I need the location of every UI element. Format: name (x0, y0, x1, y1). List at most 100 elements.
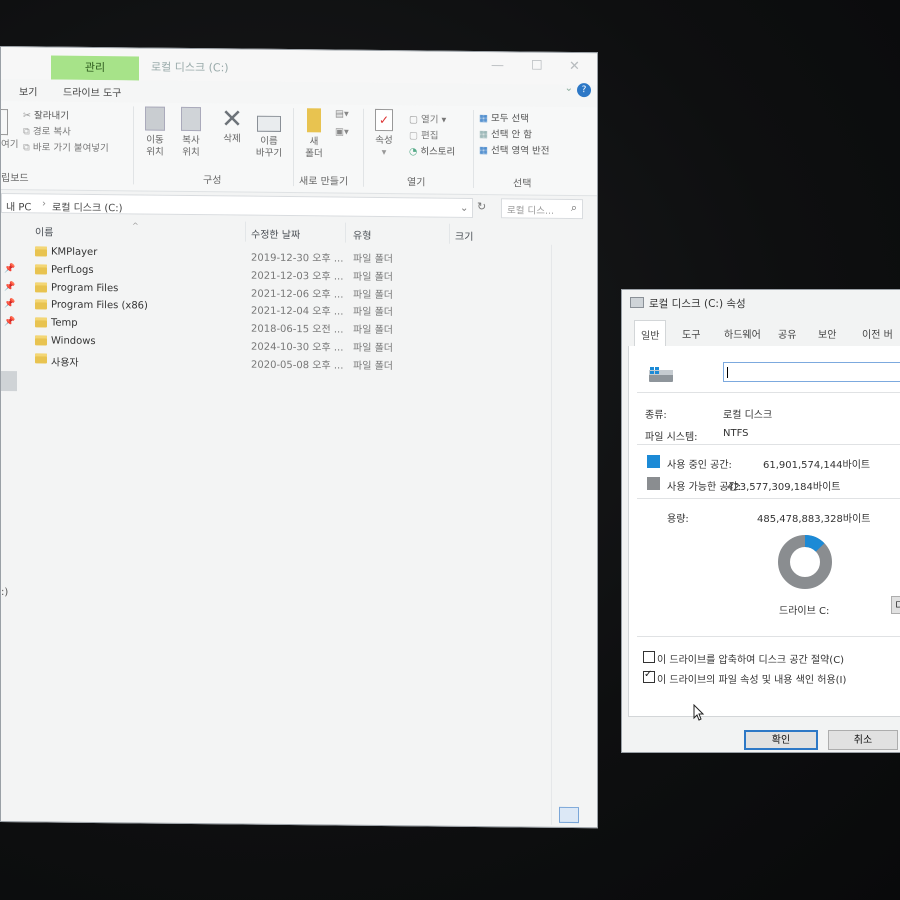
details-view-icon[interactable] (559, 806, 579, 824)
pin-icon[interactable]: 📌 (4, 317, 15, 327)
volume-label-input[interactable] (723, 362, 900, 382)
address-bar: 내 PC › 로컬 디스크 (C:) ⌄ ↻ 로컬 디스... ⌕ (1, 192, 597, 220)
breadcrumb-this-pc[interactable]: 내 PC (6, 198, 31, 213)
rename-button[interactable]: 이름 바꾸기 (253, 108, 285, 160)
filesystem-value: NTFS (723, 428, 749, 439)
column-header-type[interactable]: 유형 (353, 227, 371, 242)
tab-drive-tools[interactable]: 드라이브 도구 (63, 84, 121, 100)
file-name: Windows (51, 335, 96, 347)
index-drive-checkbox[interactable] (643, 669, 655, 683)
refresh-icon[interactable]: ↻ (477, 200, 486, 213)
copy-path-label: 경로 복사 (32, 126, 71, 138)
address-dropdown-icon[interactable]: ⌄ (460, 203, 468, 214)
close-icon[interactable]: ✕ (569, 59, 580, 74)
breadcrumb-local-disk[interactable]: 로컬 디스크 (C:) (52, 199, 123, 215)
type-label: 종류: (645, 410, 667, 421)
pin-icon[interactable]: 📌 (4, 264, 15, 274)
tab-view[interactable]: 보기 (19, 83, 37, 98)
file-name: Temp (51, 317, 78, 330)
maximize-icon[interactable]: ☐ (531, 59, 543, 74)
help-icon[interactable]: ? (577, 83, 591, 98)
search-placeholder: 로컬 디스... (507, 205, 555, 217)
free-space-value: 423,577,309,184바이트 (727, 482, 841, 493)
properties-tabs: 일반 도구 하드웨어 공유 보안 이전 버 (628, 320, 900, 347)
used-space-value: 61,901,574,144바이트 (763, 460, 871, 471)
new-item-icon[interactable]: ▤▾ (335, 109, 349, 120)
select-all-button[interactable]: ▦ 모두 선택 (479, 110, 529, 125)
history-button[interactable]: ◔ 히스토리 (409, 143, 455, 157)
open-label: 열기 (421, 114, 439, 126)
drive-icon (630, 297, 644, 308)
paste-shortcut-icon: ⧉ (23, 142, 30, 154)
invert-selection-label: 선택 영역 반전 (491, 145, 550, 157)
column-divider[interactable] (449, 223, 450, 244)
disk-cleanup-button[interactable]: 디 (891, 596, 900, 614)
open-button[interactable]: ▢ 열기 ▾ (409, 111, 446, 125)
properties-check-icon: ✓ (375, 108, 393, 132)
file-date: 2024-10-30 오후 ... (251, 341, 344, 354)
hard-drive-icon (649, 367, 673, 382)
select-none-icon: ▦ (479, 129, 488, 141)
tab-manage[interactable]: 관리 (51, 55, 139, 81)
breadcrumb-separator: › (42, 198, 46, 210)
free-space-swatch (647, 477, 660, 490)
column-header-size[interactable]: 크기 (455, 228, 473, 243)
select-none-label: 선택 안 함 (491, 129, 533, 141)
nav-pane-drive-label[interactable]: :) (1, 587, 8, 598)
column-header-modified[interactable]: 수정한 날짜 (251, 226, 300, 242)
edit-button[interactable]: ▢ 편집 (409, 127, 439, 141)
pin-icon[interactable]: 📌 (4, 299, 15, 309)
text-caret (727, 367, 728, 378)
copy-to-button[interactable]: 복사 위치 (177, 106, 205, 159)
paste-shortcut-button[interactable]: ⧉ 바로 가기 붙여넣기 (23, 139, 109, 154)
group-label-new: 새로 만들기 (299, 176, 349, 188)
properties-dialog: 로컬 디스크 (C:) 속성 일반 도구 하드웨어 공유 보안 이전 버 종류:… (621, 289, 900, 753)
cancel-button[interactable]: 취소 (828, 730, 898, 750)
paste-icon[interactable] (1, 109, 8, 136)
column-divider[interactable] (245, 221, 246, 242)
easy-access-icon[interactable]: ▣▾ (335, 127, 349, 138)
tab-hardware[interactable]: 하드웨어 (724, 326, 761, 341)
tab-security[interactable]: 보안 (818, 326, 836, 341)
dialog-title-text: 로컬 디스크 (C:) 속성 (649, 298, 746, 310)
ribbon-divider (473, 109, 474, 188)
file-type: 파일 폴더 (353, 253, 393, 266)
tab-previous-versions[interactable]: 이전 버 (862, 326, 893, 341)
copy-to-label-1: 복사 (182, 134, 200, 147)
column-header-name[interactable]: 이름 (35, 223, 53, 238)
edit-label: 편집 (421, 130, 439, 142)
type-value: 로컬 디스크 (723, 410, 773, 421)
history-label: 히스토리 (420, 146, 456, 158)
search-input[interactable]: 로컬 디스... ⌕ (501, 198, 583, 220)
cut-button[interactable]: ✂ 잘라내기 (23, 107, 69, 121)
invert-selection-button[interactable]: ▦ 선택 영역 반전 (479, 142, 550, 157)
edit-icon: ▢ (409, 130, 418, 142)
nav-pane-selected-item[interactable] (1, 371, 17, 392)
ok-button[interactable]: 확인 (744, 730, 818, 750)
new-folder-icon (307, 108, 321, 133)
compress-drive-label: 이 드라이브를 압축하여 디스크 공간 절약(C) (657, 655, 845, 666)
capacity-label: 용량: (667, 514, 689, 525)
pin-icon[interactable]: 📌 (4, 282, 15, 292)
column-divider[interactable] (345, 222, 346, 243)
minimize-icon[interactable]: — (491, 58, 504, 73)
file-type: 파일 폴더 (353, 360, 393, 372)
select-all-label: 모두 선택 (491, 113, 529, 125)
delete-x-icon: ✕ (221, 104, 243, 135)
properties-button[interactable]: ✓ 속성 ▾ (369, 108, 399, 159)
tab-sharing[interactable]: 공유 (778, 326, 796, 341)
tab-tools[interactable]: 도구 (682, 326, 700, 341)
copy-to-label-2: 위치 (182, 146, 200, 159)
chevron-down-icon[interactable]: ⌄ (565, 83, 573, 94)
paste-button-partial[interactable]: 여기 (1, 136, 18, 150)
move-to-label-2: 위치 (146, 146, 164, 158)
delete-button[interactable]: ✕ 삭제 (217, 104, 247, 145)
compress-drive-checkbox[interactable] (643, 651, 655, 663)
select-none-button[interactable]: ▦ 선택 안 함 (479, 126, 532, 141)
address-input[interactable]: 내 PC › 로컬 디스크 (C:) ⌄ (1, 193, 473, 218)
move-to-button[interactable]: 이동 위치 (141, 106, 169, 158)
ribbon-divider (133, 106, 134, 185)
tab-general[interactable]: 일반 (634, 320, 667, 346)
new-folder-button[interactable]: 새 폴더 (301, 108, 327, 160)
copy-path-button[interactable]: ⧉ 경로 복사 (23, 123, 71, 138)
